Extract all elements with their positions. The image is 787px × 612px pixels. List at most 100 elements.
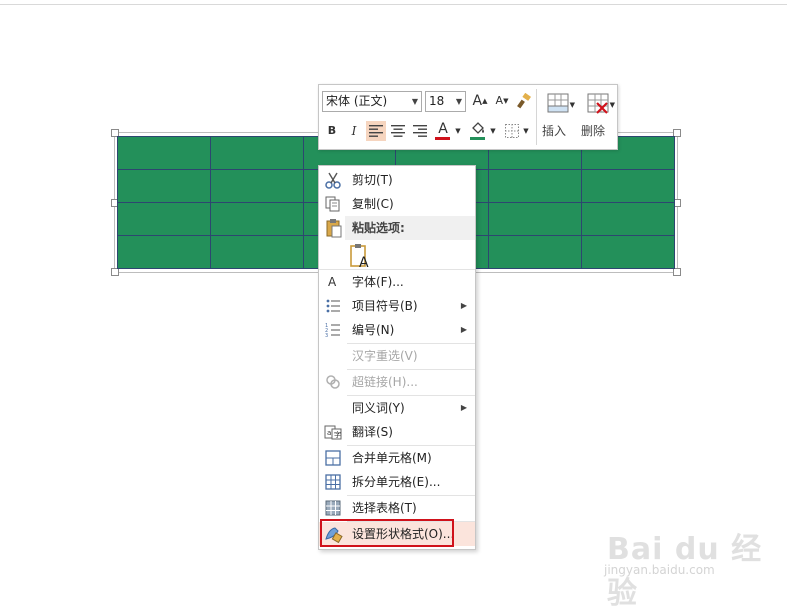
font-color-dropdown[interactable]: ▼ bbox=[454, 121, 462, 141]
menu-item-reconversion: 汉字重选(V) bbox=[319, 344, 475, 368]
paste-text-only-icon: A bbox=[350, 244, 369, 269]
fill-color-dropdown[interactable]: ▼ bbox=[489, 121, 497, 141]
font-color-icon: A bbox=[438, 121, 448, 137]
menu-item-label: 超链接(H)... bbox=[352, 375, 418, 389]
chevron-down-icon: ▼ bbox=[411, 97, 418, 106]
resize-handle-bottom-right[interactable] bbox=[673, 268, 681, 276]
insert-button[interactable]: ▼ bbox=[541, 89, 575, 125]
menu-item-translate[interactable]: a 字 翻译(S) bbox=[319, 420, 475, 444]
scissors-icon bbox=[325, 172, 341, 189]
svg-text:A: A bbox=[359, 255, 369, 269]
align-right-button[interactable] bbox=[410, 121, 430, 141]
bold-button[interactable]: B bbox=[322, 121, 342, 141]
italic-button[interactable]: I bbox=[344, 121, 364, 141]
font-color-button[interactable]: A bbox=[432, 119, 454, 140]
svg-text:字: 字 bbox=[334, 430, 341, 439]
split-cells-icon bbox=[325, 474, 341, 490]
submenu-arrow-icon: ▶ bbox=[460, 325, 467, 334]
menu-item-cut[interactable]: 剪切(T) bbox=[319, 168, 475, 192]
highlight-box bbox=[320, 519, 454, 547]
align-left-icon bbox=[369, 125, 383, 137]
font-size-value: 18 bbox=[429, 94, 445, 108]
menu-item-font[interactable]: A 字体(F)... bbox=[319, 270, 475, 294]
table-cell[interactable] bbox=[209, 235, 304, 269]
format-painter-icon bbox=[517, 92, 531, 109]
shrink-font-button[interactable]: A▼ bbox=[492, 91, 512, 111]
bullets-icon bbox=[326, 299, 340, 313]
table-cell[interactable] bbox=[488, 235, 583, 269]
borders-icon bbox=[505, 124, 519, 138]
table-cell[interactable] bbox=[209, 202, 304, 236]
menu-item-synonyms[interactable]: 同义词(Y) ▶ bbox=[319, 396, 475, 420]
align-center-icon bbox=[391, 125, 405, 137]
mini-toolbar: 宋体 (正文) ▼ 18 ▼ A▲ A▼ B I A ▼ ▼ ▼ ▼ 插入 ▼ … bbox=[318, 84, 618, 150]
table-cell[interactable] bbox=[581, 202, 675, 236]
font-icon: A bbox=[328, 275, 337, 289]
borders-button[interactable] bbox=[502, 121, 522, 141]
table-cell[interactable] bbox=[488, 169, 583, 203]
table-cell[interactable] bbox=[117, 202, 211, 236]
font-name-select[interactable]: 宋体 (正文) ▼ bbox=[322, 91, 422, 112]
menu-item-label: 翻译(S) bbox=[352, 425, 393, 439]
svg-text:3: 3 bbox=[325, 333, 328, 339]
link-icon bbox=[326, 375, 340, 389]
menu-item-label: 汉字重选(V) bbox=[352, 349, 418, 363]
fill-color-button[interactable] bbox=[467, 119, 489, 140]
menu-item-label: 复制(C) bbox=[352, 197, 394, 211]
numbering-icon: 1 2 3 bbox=[325, 323, 340, 339]
resize-handle-bottom-left[interactable] bbox=[111, 268, 119, 276]
borders-dropdown[interactable]: ▼ bbox=[522, 121, 530, 141]
menu-item-label: 项目符号(B) bbox=[352, 299, 418, 313]
ruler-line bbox=[0, 4, 787, 5]
translate-icon: a 字 bbox=[324, 425, 342, 440]
delete-button[interactable]: ▼ bbox=[581, 89, 615, 125]
table-cell[interactable] bbox=[117, 169, 211, 203]
menu-item-split-cells[interactable]: 拆分单元格(E)... bbox=[319, 470, 475, 494]
font-name-value: 宋体 (正文) bbox=[326, 94, 388, 108]
table-cell[interactable] bbox=[488, 202, 583, 236]
menu-item-label: 剪切(T) bbox=[352, 173, 393, 187]
menu-item-label: 编号(N) bbox=[352, 323, 395, 337]
delete-label: 删除 bbox=[581, 124, 606, 138]
paint-bucket-icon bbox=[472, 122, 484, 134]
submenu-arrow-icon: ▶ bbox=[460, 301, 467, 310]
menu-item-label: 选择表格(T) bbox=[352, 501, 417, 515]
table-cell[interactable] bbox=[209, 169, 304, 203]
submenu-arrow-icon: ▶ bbox=[460, 403, 467, 412]
menu-item-merge-cells[interactable]: 合并单元格(M) bbox=[319, 446, 475, 470]
grow-font-icon: A bbox=[472, 93, 483, 109]
menu-item-label: 同义词(Y) bbox=[352, 401, 405, 415]
menu-item-numbering[interactable]: 1 2 3 编号(N) ▶ bbox=[319, 318, 475, 342]
menu-item-label: 字体(F)... bbox=[352, 275, 404, 289]
copy-icon bbox=[325, 196, 340, 212]
merge-cells-icon bbox=[325, 450, 341, 466]
menu-item-copy[interactable]: 复制(C) bbox=[319, 192, 475, 216]
table-cell[interactable] bbox=[581, 235, 675, 269]
format-painter-button[interactable] bbox=[514, 91, 534, 111]
grow-font-button[interactable]: A▲ bbox=[470, 91, 490, 111]
align-right-icon bbox=[413, 125, 427, 137]
align-center-button[interactable] bbox=[388, 121, 408, 141]
insert-label: 插入 bbox=[542, 124, 567, 138]
watermark-url: jingyan.baidu.com bbox=[604, 563, 715, 577]
menu-header-label: 粘贴选项: bbox=[352, 221, 405, 235]
menu-item-hyperlink: 超链接(H)... bbox=[319, 370, 475, 394]
paste-icon bbox=[326, 219, 342, 238]
select-table-icon bbox=[325, 500, 341, 516]
menu-item-bullets[interactable]: 项目符号(B) ▶ bbox=[319, 294, 475, 318]
table-cell[interactable] bbox=[117, 136, 211, 170]
table-insert-icon bbox=[547, 93, 569, 113]
font-size-select[interactable]: 18 ▼ bbox=[425, 91, 466, 112]
menu-item-select-table[interactable]: 选择表格(T) bbox=[319, 496, 475, 520]
table-delete-icon bbox=[587, 93, 609, 114]
chevron-down-icon: ▼ bbox=[455, 97, 462, 106]
align-left-button[interactable] bbox=[366, 121, 386, 141]
shrink-font-icon: A bbox=[495, 94, 504, 107]
menu-header-paste-options: 粘贴选项: bbox=[345, 216, 475, 240]
table-cell[interactable] bbox=[209, 136, 304, 170]
table-cell[interactable] bbox=[581, 169, 675, 203]
paste-keep-text-only-button[interactable]: A bbox=[319, 241, 475, 271]
menu-item-label: 拆分单元格(E)... bbox=[352, 475, 441, 489]
table-cell[interactable] bbox=[117, 235, 211, 269]
context-menu: 剪切(T) 复制(C) 粘贴选项: A A 字体(F)... 项目符号(B) ▶… bbox=[318, 165, 476, 550]
